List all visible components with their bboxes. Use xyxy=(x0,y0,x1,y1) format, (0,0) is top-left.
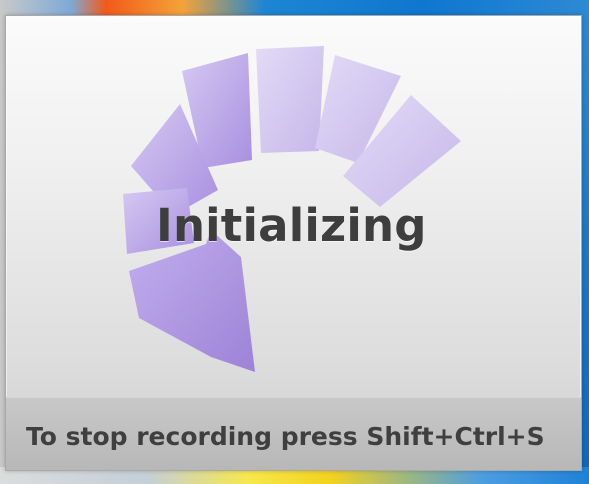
spinner-segment-top-right xyxy=(315,55,401,163)
recording-hint-bar: To stop recording press Shift+Ctrl+S xyxy=(6,397,581,470)
spinner-segment-top-left xyxy=(182,53,252,168)
desktop-right-edge xyxy=(582,15,589,467)
spinner-segment-top-center xyxy=(256,46,324,153)
initializing-status: Initializing xyxy=(156,199,427,252)
spinner-segment-right xyxy=(343,95,461,207)
recording-initialization-dialog: Initializing To stop recording press Shi… xyxy=(5,15,582,471)
stop-recording-hint: To stop recording press Shift+Ctrl+S xyxy=(26,422,545,451)
screenshot-stage: Initializing To stop recording press Shi… xyxy=(0,0,589,484)
